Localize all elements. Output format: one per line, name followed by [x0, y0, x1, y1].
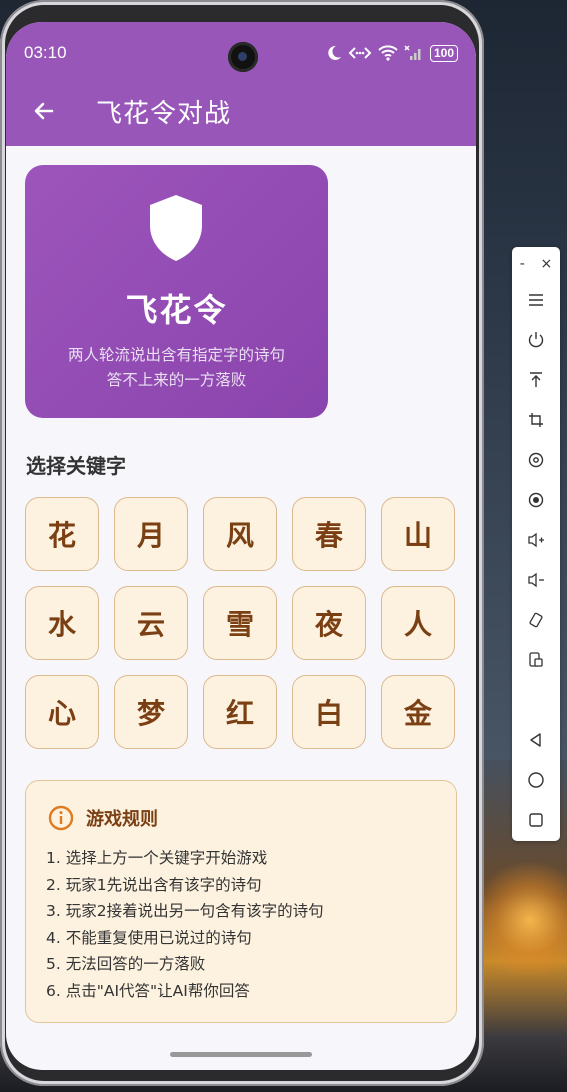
crop-button[interactable]: [524, 408, 548, 432]
app-bar: 飞花令对战: [6, 86, 476, 136]
phone-frame: 03:10 100 飞花令对战 飞花令 两人轮流说出含有指定字的诗句 答不上来的…: [0, 0, 484, 1086]
rotate-icon: [528, 452, 544, 468]
menu-icon: [529, 294, 543, 306]
rule-item: 3. 玩家2接着说出另一句含有该字的诗句: [46, 902, 324, 920]
keyword-button[interactable]: 雪: [203, 586, 277, 660]
rules-card: 游戏规则 1. 选择上方一个关键字开始游戏 2. 玩家1先说出含有该字的诗句 3…: [25, 780, 457, 1023]
hero-title: 飞花令: [125, 291, 228, 329]
no-signal-icon: [404, 45, 421, 60]
front-camera: [228, 42, 258, 72]
rules-title: 游戏规则: [86, 809, 158, 830]
toolbar-window-controls: - ×: [512, 255, 560, 273]
triangle-back-icon: [530, 733, 541, 747]
keyword-button[interactable]: 金: [381, 675, 455, 749]
volume-down-button[interactable]: [524, 568, 548, 592]
rule-item: 1. 选择上方一个关键字开始游戏: [46, 849, 268, 867]
arrow-up-bar-icon: [530, 372, 542, 387]
power-icon: [528, 332, 544, 348]
rotate-button[interactable]: [524, 448, 548, 472]
screen-rotate-icon: [529, 612, 543, 628]
desktop-background-glow: [470, 860, 567, 980]
rule-item: 2. 玩家1先说出含有该字的诗句: [46, 875, 262, 894]
status-time: 03:10: [24, 43, 67, 62]
volume-up-icon: [528, 532, 544, 548]
nav-back-button[interactable]: [524, 728, 548, 752]
screenshot-icon: [529, 652, 543, 667]
minimize-button[interactable]: -: [520, 256, 525, 272]
rule-item: 6. 点击"AI代答"让AI帮你回答: [46, 981, 250, 1000]
hero-desc-line-2: 答不上来的一方落败: [106, 371, 247, 389]
keyword-section-title: 选择关键字: [26, 454, 126, 478]
keyword-button[interactable]: 白: [292, 675, 366, 749]
keyword-button[interactable]: 春: [292, 497, 366, 571]
power-button[interactable]: [524, 328, 548, 352]
hero-card: 飞花令 两人轮流说出含有指定字的诗句 答不上来的一方落败: [25, 165, 328, 418]
keyword-button[interactable]: 风: [203, 497, 277, 571]
info-icon: [48, 805, 74, 831]
wifi-icon: [378, 45, 398, 61]
rules-list: 1. 选择上方一个关键字开始游戏 2. 玩家1先说出含有该字的诗句 3. 玩家2…: [46, 845, 324, 1004]
top-bar: 03:10 100 飞花令对战: [6, 22, 476, 146]
nav-recents-button[interactable]: [524, 808, 548, 832]
keyword-button[interactable]: 云: [114, 586, 188, 660]
keyword-button[interactable]: 水: [25, 586, 99, 660]
volume-down-icon: [528, 572, 544, 588]
screenshot-button[interactable]: [524, 648, 548, 672]
keyword-button[interactable]: 花: [25, 497, 99, 571]
keyword-button[interactable]: 心: [25, 675, 99, 749]
status-icons: 100: [326, 44, 458, 62]
hero-desc-line-1: 两人轮流说出含有指定字的诗句: [67, 346, 285, 364]
arrow-left-icon: [34, 102, 54, 120]
close-button[interactable]: ×: [540, 256, 552, 272]
keyword-button[interactable]: 月: [114, 497, 188, 571]
screen-rotate-button[interactable]: [524, 608, 548, 632]
keyword-button[interactable]: 梦: [114, 675, 188, 749]
upload-button[interactable]: [524, 368, 548, 392]
shield-icon: [150, 195, 202, 261]
circle-home-icon: [528, 772, 544, 788]
record-icon: [528, 492, 544, 508]
keyword-button[interactable]: 红: [203, 675, 277, 749]
page-title: 飞花令对战: [96, 98, 232, 129]
back-button[interactable]: [16, 86, 72, 136]
volume-up-button[interactable]: [524, 528, 548, 552]
rule-item: 5. 无法回答的一方落败: [46, 955, 206, 973]
emulator-toolbar: - ×: [512, 247, 560, 841]
menu-button[interactable]: [524, 288, 548, 312]
hero-description: 两人轮流说出含有指定字的诗句 答不上来的一方落败: [25, 343, 328, 393]
crop-icon: [529, 413, 543, 427]
keyword-button[interactable]: 山: [381, 497, 455, 571]
keyword-button[interactable]: 夜: [292, 586, 366, 660]
app-screen: 03:10 100 飞花令对战 飞花令 两人轮流说出含有指定字的诗句 答不上来的…: [6, 22, 476, 1070]
moon-icon: [328, 45, 341, 60]
home-indicator[interactable]: [170, 1052, 312, 1057]
rules-header: 游戏规则: [48, 805, 158, 831]
data-transfer-icon: [348, 47, 372, 59]
battery-indicator: 100: [429, 44, 458, 62]
record-button[interactable]: [524, 488, 548, 512]
square-recents-icon: [529, 813, 543, 827]
keyword-grid: 花 月 风 春 山 水 云 雪 夜 人 心 梦 红 白 金: [25, 497, 458, 751]
nav-home-button[interactable]: [524, 768, 548, 792]
rule-item: 4. 不能重复使用已说过的诗句: [46, 928, 252, 947]
keyword-button[interactable]: 人: [381, 586, 455, 660]
